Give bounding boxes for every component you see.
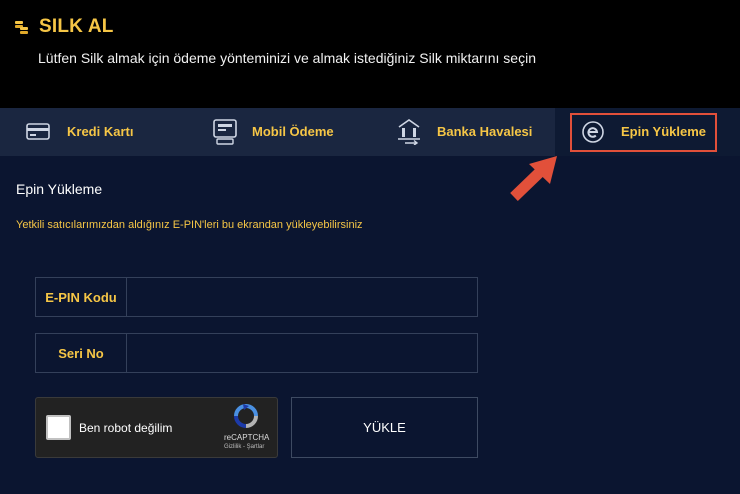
- mobile-payment-icon: [212, 119, 238, 145]
- serial-no-field: Seri No: [35, 333, 478, 373]
- epin-code-field: E-PIN Kodu: [35, 277, 478, 317]
- serial-no-input[interactable]: [127, 334, 477, 372]
- section-title: Epin Yükleme: [16, 181, 103, 197]
- tab-banka-havalesi[interactable]: Banka Havalesi: [370, 108, 555, 156]
- tab-kredi-karti[interactable]: Kredi Kartı: [0, 108, 185, 156]
- page-title: SILK AL: [39, 16, 114, 37]
- epin-code-label: E-PIN Kodu: [36, 278, 127, 316]
- epin-icon: [582, 121, 604, 143]
- recaptcha-terms-link[interactable]: Gizlilik - Şartlar: [224, 444, 264, 450]
- bank-transfer-icon: [396, 118, 422, 145]
- recaptcha-widget: Ben robot değilim reCAPTCHA Gizlilik - Ş…: [35, 397, 278, 458]
- recaptcha-brand: reCAPTCHA: [224, 433, 270, 442]
- page-subtitle: Lütfen Silk almak için ödeme yönteminizi…: [38, 50, 536, 66]
- recaptcha-checkbox[interactable]: [46, 415, 71, 440]
- tab-label: Banka Havalesi: [437, 124, 533, 139]
- title-row: SILK AL: [14, 16, 114, 38]
- epin-code-input[interactable]: [127, 278, 477, 316]
- recaptcha-logo-icon: [233, 403, 259, 434]
- coins-icon: [14, 19, 30, 35]
- tab-mobil-odeme[interactable]: Mobil Ödeme: [185, 108, 370, 156]
- tab-label: Kredi Kartı: [67, 124, 134, 139]
- page-header: SILK AL Lütfen Silk almak için ödeme yön…: [0, 0, 740, 108]
- tab-label: Mobil Ödeme: [252, 124, 334, 139]
- serial-no-label: Seri No: [36, 334, 127, 372]
- submit-button[interactable]: YÜKLE: [291, 397, 478, 458]
- tab-label: Epin Yükleme: [621, 124, 707, 139]
- recaptcha-text: Ben robot değilim: [79, 421, 173, 435]
- info-text: Yetkili satıcılarımızdan aldığınız E-PIN…: [16, 219, 363, 231]
- tab-epin-yukleme[interactable]: Epin Yükleme: [555, 108, 740, 156]
- payment-method-tabs: Kredi Kartı Mobil Ödeme Banka Havalesi E…: [0, 108, 740, 156]
- credit-card-icon: [26, 123, 50, 140]
